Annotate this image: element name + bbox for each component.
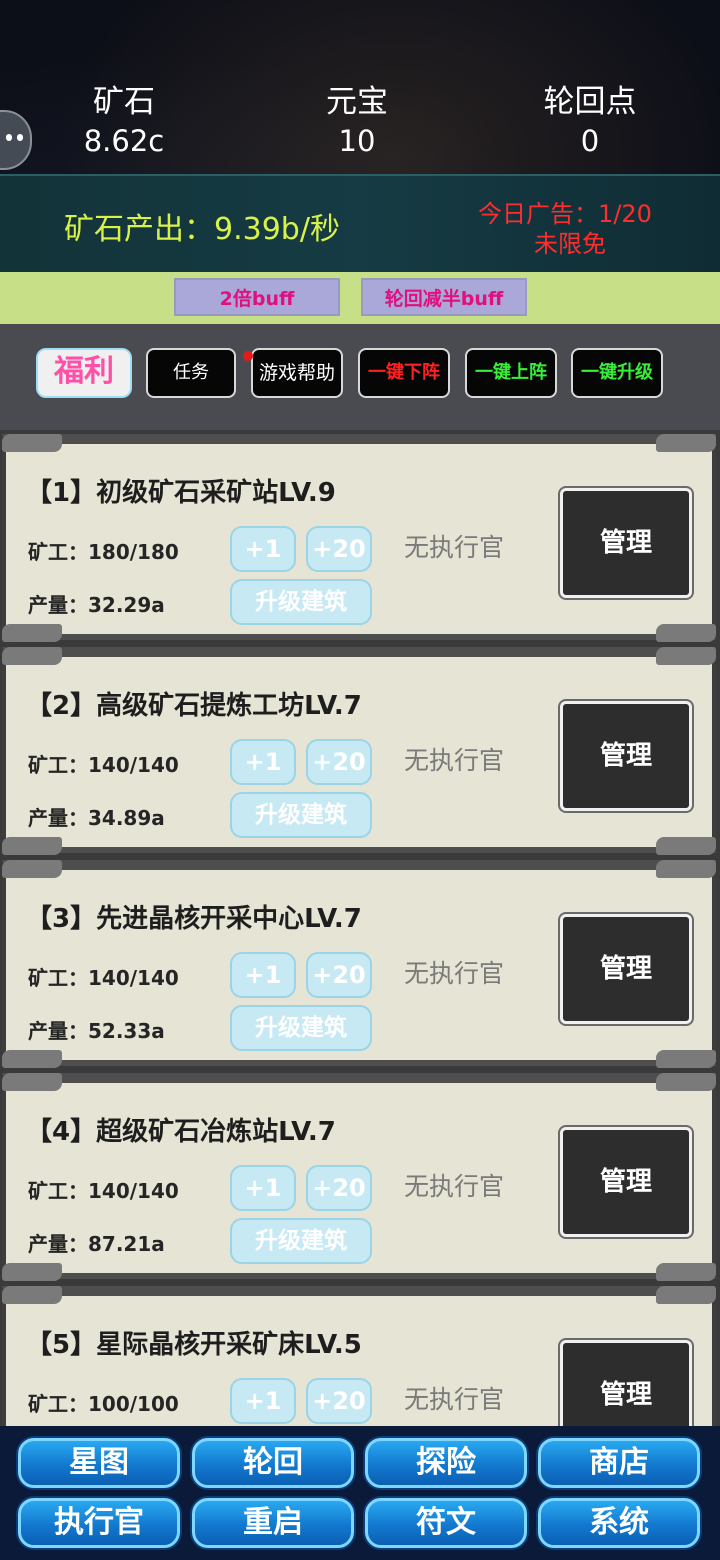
add-twenty-miners-button[interactable]: +20: [306, 526, 372, 572]
ornament-corner: [656, 647, 716, 665]
double-buff-button[interactable]: 2倍buff: [174, 278, 340, 316]
ornament-corner: [2, 1073, 62, 1091]
building-list[interactable]: 【1】初级矿石采矿站LV.9 矿工：180/180 产量：32.29a +1 +…: [0, 430, 720, 1426]
building-miners: 矿工：140/140: [28, 753, 179, 777]
resource-ore: 矿石 8.62c: [24, 82, 224, 160]
welfare-button[interactable]: 福利: [36, 348, 132, 398]
building-output: 产量：34.89a: [28, 806, 165, 830]
ornament-corner: [2, 647, 62, 665]
resource-reincarnation: 轮回点 0: [490, 82, 690, 160]
resource-gold-label: 元宝: [326, 84, 388, 120]
avatar-eye-left: [6, 134, 12, 141]
ornament-corner: [2, 434, 62, 452]
ore-production-rate: 矿石产出：9.39b/秒: [64, 212, 340, 247]
resource-gold: 元宝 10: [257, 82, 457, 160]
resource-ore-value: 8.62c: [83, 124, 165, 158]
buff-strip: 2倍buff 轮回减半buff: [0, 272, 720, 324]
one-click-upgrade-button[interactable]: 一键升级: [571, 348, 663, 398]
add-one-miner-button[interactable]: +1: [230, 526, 296, 572]
manage-button[interactable]: 管理: [558, 912, 694, 1026]
action-bar: 福利 任务 游戏帮助 一键下阵 一键上阵 一键升级: [0, 324, 720, 430]
executive-status: 无执行官: [404, 746, 505, 775]
add-one-miner-button[interactable]: +1: [230, 739, 296, 785]
nav-restart-button[interactable]: 重启: [192, 1498, 354, 1548]
nav-shop-button[interactable]: 商店: [538, 1438, 700, 1488]
ad-free-status[interactable]: 未限免: [510, 224, 630, 259]
building-title: 【5】星际晶核开采矿床LV.5: [26, 1330, 362, 1360]
building-card: 【5】星际晶核开采矿床LV.5 矿工：100/100 +1 +20 无执行官 管…: [2, 1286, 716, 1426]
executive-status: 无执行官: [404, 1172, 505, 1201]
add-one-miner-button[interactable]: +1: [230, 952, 296, 998]
add-twenty-miners-button[interactable]: +20: [306, 1165, 372, 1211]
add-twenty-miners-button[interactable]: +20: [306, 952, 372, 998]
building-output: 产量：32.29a: [28, 593, 165, 617]
notification-dot: [243, 351, 253, 361]
ornament-corner: [2, 1286, 62, 1304]
building-card: 【2】高级矿石提炼工坊LV.7 矿工：140/140 产量：34.89a +1 …: [2, 647, 716, 855]
upgrade-building-button[interactable]: 升级建筑: [230, 1218, 372, 1264]
ornament-corner: [656, 1286, 716, 1304]
building-title: 【1】初级矿石采矿站LV.9: [26, 478, 336, 508]
nav-executive-button[interactable]: 执行官: [18, 1498, 180, 1548]
task-button[interactable]: 任务: [146, 348, 236, 398]
ornament-corner: [656, 1263, 716, 1281]
upgrade-building-button[interactable]: 升级建筑: [230, 579, 372, 625]
ornament-corner: [2, 837, 62, 855]
nav-reincarnation-button[interactable]: 轮回: [192, 1438, 354, 1488]
upgrade-building-button[interactable]: 升级建筑: [230, 1005, 372, 1051]
manage-button[interactable]: 管理: [558, 1338, 694, 1426]
ornament-corner: [2, 1050, 62, 1068]
reincarnation-half-buff-button[interactable]: 轮回减半buff: [361, 278, 527, 316]
resource-reincarnation-value: 0: [580, 124, 600, 158]
add-one-miner-button[interactable]: +1: [230, 1165, 296, 1211]
nav-rune-button[interactable]: 符文: [365, 1498, 527, 1548]
ornament-corner: [2, 624, 62, 642]
building-card: 【3】先进晶核开采中心LV.7 矿工：140/140 产量：52.33a +1 …: [2, 860, 716, 1068]
building-output: 产量：52.33a: [28, 1019, 165, 1043]
add-twenty-miners-button[interactable]: +20: [306, 1378, 372, 1424]
resource-ore-label: 矿石: [93, 84, 155, 120]
ornament-corner: [656, 860, 716, 878]
nav-system-button[interactable]: 系统: [538, 1498, 700, 1548]
production-banner: 矿石产出：9.39b/秒 今日广告：1/20 未限免: [0, 174, 720, 276]
building-miners: 矿工：140/140: [28, 966, 179, 990]
building-miners: 矿工：180/180: [28, 540, 179, 564]
one-click-unassign-button[interactable]: 一键下阵: [358, 348, 450, 398]
manage-button[interactable]: 管理: [558, 1125, 694, 1239]
building-card: 【1】初级矿石采矿站LV.9 矿工：180/180 产量：32.29a +1 +…: [2, 434, 716, 642]
add-one-miner-button[interactable]: +1: [230, 1378, 296, 1424]
ornament-corner: [656, 434, 716, 452]
building-card: 【4】超级矿石冶炼站LV.7 矿工：140/140 产量：87.21a +1 +…: [2, 1073, 716, 1281]
building-miners: 矿工：140/140: [28, 1179, 179, 1203]
executive-status: 无执行官: [404, 1385, 505, 1414]
avatar-eye-right: [17, 134, 23, 141]
manage-button[interactable]: 管理: [558, 699, 694, 813]
game-help-button[interactable]: 游戏帮助: [251, 348, 343, 398]
add-twenty-miners-button[interactable]: +20: [306, 739, 372, 785]
ornament-corner: [656, 624, 716, 642]
nav-adventure-button[interactable]: 探险: [365, 1438, 527, 1488]
building-title: 【3】先进晶核开采中心LV.7: [26, 904, 362, 934]
bottom-navigation: 星图 轮回 探险 商店 执行官 重启 符文 系统: [0, 1426, 720, 1560]
building-title: 【2】高级矿石提炼工坊LV.7: [26, 691, 362, 721]
executive-status: 无执行官: [404, 533, 505, 562]
one-click-assign-button[interactable]: 一键上阵: [465, 348, 557, 398]
upgrade-building-button[interactable]: 升级建筑: [230, 792, 372, 838]
building-miners: 矿工：100/100: [28, 1392, 179, 1416]
manage-button[interactable]: 管理: [558, 486, 694, 600]
ornament-corner: [656, 1073, 716, 1091]
building-title: 【4】超级矿石冶炼站LV.7: [26, 1117, 336, 1147]
nav-star-map-button[interactable]: 星图: [18, 1438, 180, 1488]
ornament-corner: [656, 1050, 716, 1068]
resource-gold-value: 10: [338, 124, 376, 158]
building-output: 产量：87.21a: [28, 1232, 165, 1256]
ornament-corner: [2, 860, 62, 878]
ornament-corner: [2, 1263, 62, 1281]
ornament-corner: [656, 837, 716, 855]
resource-reincarnation-label: 轮回点: [543, 84, 637, 120]
executive-status: 无执行官: [404, 959, 505, 988]
